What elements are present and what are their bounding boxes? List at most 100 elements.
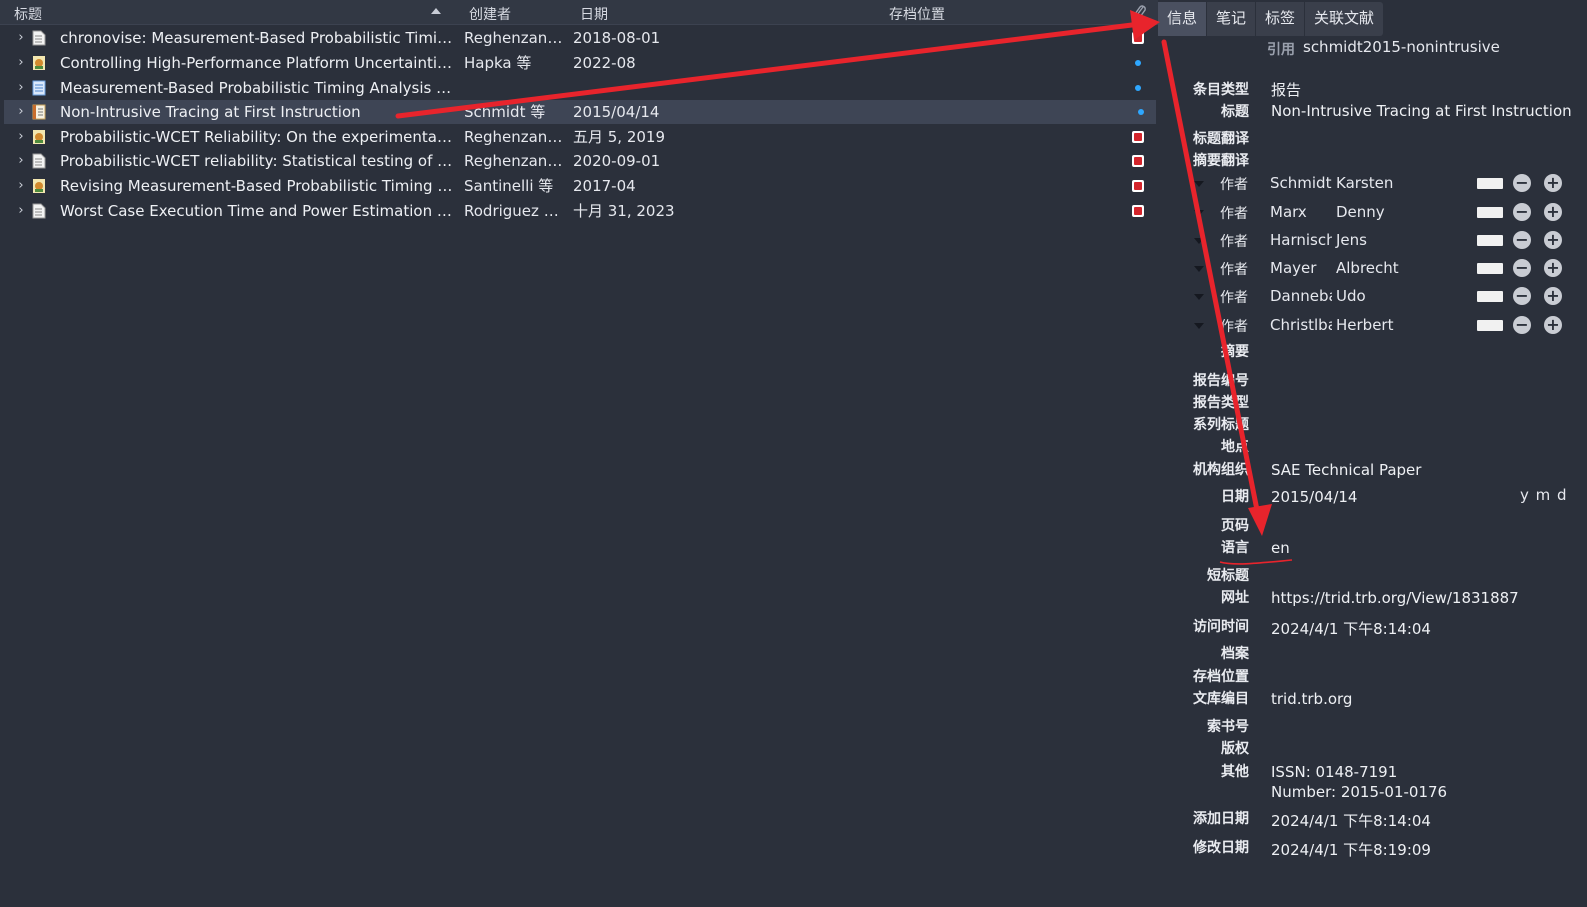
creator-type[interactable]: 作者 [1220, 259, 1248, 279]
expand-chevron-icon[interactable]: › [14, 174, 28, 198]
column-header-creator[interactable]: 创建者 [469, 4, 511, 24]
add-creator-icon[interactable]: + [1544, 174, 1562, 192]
creator-last-name[interactable]: Mayer [1270, 259, 1332, 277]
creator-last-name[interactable]: Harnisch [1270, 231, 1332, 249]
column-header-date[interactable]: 日期 [580, 4, 608, 24]
remove-creator-icon[interactable]: − [1513, 231, 1531, 249]
remove-creator-icon[interactable]: − [1513, 174, 1531, 192]
creator-type[interactable]: 作者 [1220, 287, 1248, 307]
pdf-attachment-icon[interactable] [1132, 180, 1144, 192]
attachment-column-icon[interactable] [1133, 4, 1147, 20]
creator-type-dropdown-icon[interactable] [1194, 181, 1204, 187]
url-field[interactable]: https://trid.trb.org/View/1831887 [1271, 589, 1519, 607]
list-item[interactable]: › Probabilistic-WCET reliability: Statis… [4, 149, 1156, 173]
date-order-indicator: y m d [1520, 486, 1568, 504]
expand-chevron-icon[interactable]: › [14, 26, 28, 50]
expand-chevron-icon[interactable]: › [14, 125, 28, 149]
creator-type[interactable]: 作者 [1220, 316, 1248, 336]
remove-creator-icon[interactable]: − [1513, 287, 1531, 305]
language-field[interactable]: en [1271, 539, 1290, 557]
creator-last-name[interactable]: Schmidt [1270, 174, 1332, 192]
creator-first-name[interactable]: Udo [1336, 287, 1366, 305]
creator-first-name[interactable]: Karsten [1336, 174, 1393, 192]
unread-dot-icon[interactable] [1135, 85, 1141, 91]
creator-first-name[interactable]: Herbert [1336, 316, 1393, 334]
list-item[interactable]: › chronovise: Measurement-Based Probabil… [4, 26, 1156, 50]
expand-chevron-icon[interactable]: › [14, 199, 28, 223]
short-title-label: 短标题 [1207, 568, 1249, 584]
list-item-selected[interactable]: › Non-Intrusive Tracing at First Instruc… [4, 100, 1156, 124]
unread-dot-icon[interactable] [1138, 109, 1144, 115]
creator-last-name[interactable]: Marx [1270, 203, 1332, 221]
date-added-value: 2024/4/1 下午8:14:04 [1271, 812, 1431, 830]
column-header-archive-location[interactable]: 存档位置 [889, 4, 945, 24]
thesis-icon [33, 56, 45, 70]
creator-type-dropdown-icon[interactable] [1194, 238, 1204, 244]
citekey-value[interactable]: schmidt2015-nonintrusive [1303, 38, 1500, 56]
date-field[interactable]: 2015/04/14 [1271, 488, 1357, 506]
add-creator-icon[interactable]: + [1544, 316, 1562, 334]
item-type-value[interactable]: 报告 [1271, 79, 1301, 100]
library-catalog-field[interactable]: trid.trb.org [1271, 690, 1352, 708]
list-item[interactable]: › Worst Case Execution Time and Power Es… [4, 199, 1156, 223]
accessed-field[interactable]: 2024/4/1 下午8:14:04 [1271, 618, 1431, 639]
pages-label: 页码 [1221, 518, 1249, 534]
unread-dot-icon[interactable] [1135, 60, 1141, 66]
item-type-label: 条目类型 [1193, 82, 1249, 98]
creator-row: 作者 Marx Denny − + [1190, 201, 1587, 225]
pdf-attachment-icon[interactable] [1132, 155, 1144, 167]
switch-field-mode-icon[interactable] [1477, 320, 1503, 331]
remove-creator-icon[interactable]: − [1513, 316, 1531, 334]
pdf-attachment-icon[interactable] [1132, 32, 1144, 44]
add-creator-icon[interactable]: + [1544, 287, 1562, 305]
tab-related[interactable]: 关联文献 [1305, 2, 1383, 36]
expand-chevron-icon[interactable]: › [14, 100, 28, 124]
add-creator-icon[interactable]: + [1544, 259, 1562, 277]
remove-creator-icon[interactable]: − [1513, 203, 1531, 221]
creator-type[interactable]: 作者 [1220, 203, 1248, 223]
title-field[interactable]: Non-Intrusive Tracing at First Instructi… [1271, 102, 1572, 120]
rights-label: 版权 [1221, 741, 1249, 757]
creator-type[interactable]: 作者 [1220, 231, 1248, 251]
add-creator-icon[interactable]: + [1544, 203, 1562, 221]
switch-field-mode-icon[interactable] [1477, 263, 1503, 274]
creator-type-dropdown-icon[interactable] [1194, 294, 1204, 300]
annotation-underline-language [1219, 559, 1293, 565]
switch-field-mode-icon[interactable] [1477, 207, 1503, 218]
expand-chevron-icon[interactable]: › [14, 51, 28, 75]
list-item[interactable]: › Controlling High-Performance Platform … [4, 51, 1156, 75]
switch-field-mode-icon[interactable] [1477, 291, 1503, 302]
creator-last-name[interactable]: Dannebaum [1270, 287, 1332, 305]
tab-info[interactable]: 信息 [1158, 2, 1208, 36]
switch-field-mode-icon[interactable] [1477, 235, 1503, 246]
institution-field[interactable]: SAE Technical Paper [1271, 461, 1421, 479]
remove-creator-icon[interactable]: − [1513, 259, 1531, 277]
creator-type-dropdown-icon[interactable] [1194, 266, 1204, 272]
switch-field-mode-icon[interactable] [1477, 178, 1503, 189]
item-title: Probabilistic-WCET Reliability: On the e… [60, 128, 454, 146]
sort-ascending-icon[interactable] [431, 8, 441, 14]
creator-last-name[interactable]: Christlbauer [1270, 316, 1332, 334]
pdf-attachment-icon[interactable] [1132, 131, 1144, 143]
tab-notes[interactable]: 笔记 [1207, 2, 1257, 36]
column-header-title[interactable]: 标题 [14, 4, 42, 24]
creator-type[interactable]: 作者 [1220, 174, 1248, 194]
creator-first-name[interactable]: Jens [1336, 231, 1367, 249]
list-header: 标题 创建者 日期 存档位置 [0, 0, 1158, 25]
creator-type-dropdown-icon[interactable] [1194, 323, 1204, 329]
expand-chevron-icon[interactable]: › [14, 76, 28, 100]
creator-type-dropdown-icon[interactable] [1194, 210, 1204, 216]
add-creator-icon[interactable]: + [1544, 231, 1562, 249]
list-item[interactable]: › Revising Measurement-Based Probabilist… [4, 174, 1156, 198]
item-date: 2015/04/14 [573, 103, 660, 121]
pdf-attachment-icon[interactable] [1132, 205, 1144, 217]
extra-field-line2[interactable]: Number: 2015-01-0176 [1271, 783, 1447, 801]
creator-first-name[interactable]: Albrecht [1336, 259, 1399, 277]
call-number-label: 索书号 [1207, 719, 1249, 735]
extra-field-line1[interactable]: ISSN: 0148-7191 [1271, 763, 1397, 781]
list-item[interactable]: › Measurement-Based Probabilistic Timing… [4, 76, 1156, 100]
list-item[interactable]: › Probabilistic-WCET Reliability: On the… [4, 125, 1156, 149]
tab-tags[interactable]: 标签 [1256, 2, 1306, 36]
expand-chevron-icon[interactable]: › [14, 149, 28, 173]
creator-first-name[interactable]: Denny [1336, 203, 1385, 221]
